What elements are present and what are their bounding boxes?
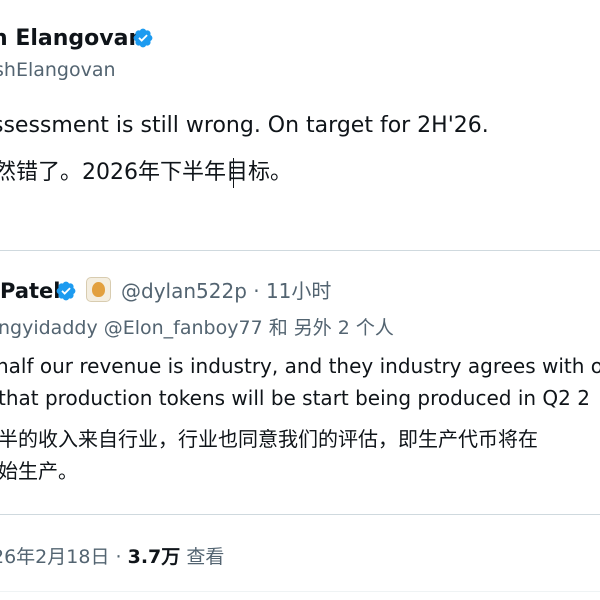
- divider: [0, 591, 600, 592]
- quoted-text-line: that production tokens will be start bei…: [0, 386, 590, 410]
- quoted-handle-time[interactable]: @dylan522p · 11小时: [121, 277, 331, 305]
- tweet-text-line: ssessment is still wrong. On target for …: [0, 113, 489, 138]
- verified-badge-icon: [55, 280, 77, 302]
- affiliate-badge-icon[interactable]: [86, 277, 111, 302]
- text-cursor: [233, 158, 234, 188]
- separator-dot: ·: [115, 546, 122, 568]
- views-count[interactable]: 3.7万: [128, 546, 181, 568]
- reply-context[interactable]: ngyidaddy @Elon_fanboy77 和 另外 2 个人: [0, 315, 394, 341]
- tweet-text-line: 然错了。2026年下半年目标。: [0, 160, 292, 185]
- quoted-author-name[interactable]: Patel: [0, 277, 60, 305]
- verified-badge-icon: [132, 27, 154, 49]
- tweet-timestamp[interactable]: 26年2月18日: [0, 546, 109, 568]
- author-handle[interactable]: shElangovan: [0, 57, 116, 83]
- quoted-text-line: 始生产。: [0, 459, 78, 483]
- tweet-footer: 26年2月18日 · 3.7万 查看: [0, 543, 224, 571]
- quoted-text-line: 半的收入来自行业，行业也同意我们的评估，即生产代币将在: [0, 427, 538, 451]
- views-label[interactable]: 查看: [186, 546, 224, 568]
- author-name[interactable]: h Elangovan: [0, 24, 144, 54]
- quoted-text-line: half our revenue is industry, and they i…: [0, 354, 600, 378]
